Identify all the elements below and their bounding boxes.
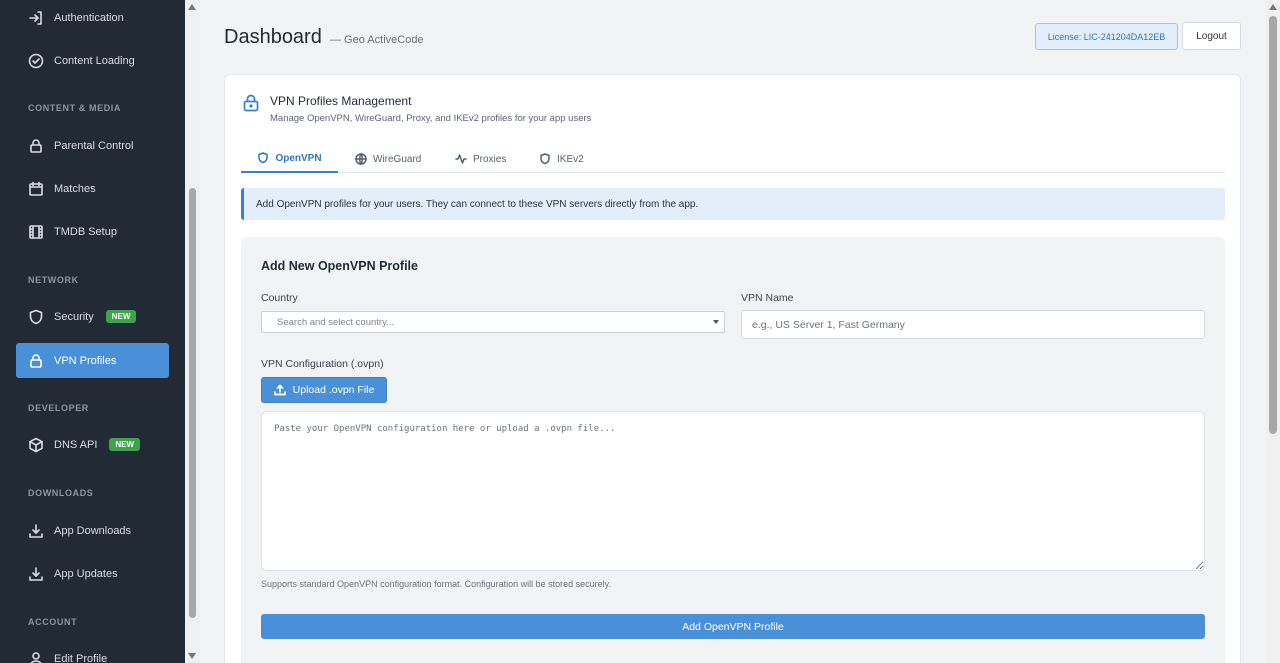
tab-label: Proxies	[473, 153, 507, 165]
sidebar-scrollbar-thumb[interactable]	[189, 188, 196, 618]
upload-button-label: Upload .ovpn File	[292, 384, 375, 396]
section-label-content-media: CONTENT & MEDIA	[28, 103, 121, 113]
download-icon	[28, 523, 44, 539]
section-label-network: NETWORK	[28, 275, 79, 285]
sidebar-item-label: Edit Profile	[54, 652, 108, 663]
sidebar-item-tmdb-setup[interactable]: TMDB Setup	[16, 214, 169, 249]
sidebar-item-matches[interactable]: Matches	[16, 171, 169, 206]
sidebar-scrollbar[interactable]	[185, 0, 200, 663]
page-subtitle: — Geo ActiveCode	[330, 34, 424, 46]
country-select-placeholder: Search and select country...	[277, 316, 395, 328]
sidebar-item-dns-api[interactable]: DNS API NEW	[16, 427, 169, 462]
page-scrollbar[interactable]	[1266, 0, 1280, 663]
check-circle-icon	[28, 53, 44, 69]
sidebar-item-label: TMDB Setup	[54, 225, 117, 238]
scroll-down-arrow-icon[interactable]	[188, 653, 196, 659]
lock-icon	[28, 353, 44, 369]
page-scrollbar-thumb[interactable]	[1269, 16, 1277, 434]
protocol-tabs: OpenVPN WireGuard Proxies IKEv2	[241, 145, 1225, 173]
config-hint: Supports standard OpenVPN configuration …	[261, 579, 612, 589]
lock-icon	[241, 93, 261, 113]
sidebar-item-label: Authentication	[54, 11, 124, 24]
sidebar-item-vpn-profiles[interactable]: VPN Profiles	[16, 343, 169, 378]
sidebar-item-label: VPN Profiles	[54, 354, 117, 367]
new-badge: NEW	[109, 438, 141, 451]
calendar-icon	[28, 181, 44, 197]
country-label: Country	[261, 292, 298, 304]
config-textarea[interactable]	[261, 411, 1205, 571]
sidebar-item-parental-control[interactable]: Parental Control	[16, 128, 169, 163]
tab-label: IKEv2	[557, 153, 584, 165]
card-title: VPN Profiles Management	[270, 94, 412, 108]
license-badge[interactable]: License: LIC-241204DA12EB	[1035, 23, 1178, 50]
tab-openvpn[interactable]: OpenVPN	[241, 145, 338, 173]
globe-icon	[355, 153, 367, 165]
sidebar-item-security[interactable]: Security NEW	[16, 299, 169, 334]
logout-button[interactable]: Logout	[1182, 22, 1241, 50]
upload-ovpn-button[interactable]: Upload .ovpn File	[261, 377, 387, 403]
section-label-developer: DEVELOPER	[28, 403, 89, 413]
sidebar-item-label: Security	[54, 310, 94, 323]
tab-label: OpenVPN	[275, 152, 322, 164]
form-title: Add New OpenVPN Profile	[261, 259, 418, 273]
tab-label: WireGuard	[373, 153, 422, 165]
tab-ikev2[interactable]: IKEv2	[539, 145, 584, 173]
upload-icon	[273, 384, 286, 396]
sidebar-item-label: Parental Control	[54, 139, 134, 152]
sidebar-item-label: Content Loading	[54, 54, 135, 67]
section-label-downloads: DOWNLOADS	[28, 488, 94, 498]
sidebar-item-authentication[interactable]: Authentication	[16, 0, 169, 35]
user-icon	[28, 651, 44, 663]
sidebar-item-edit-profile[interactable]: Edit Profile	[16, 641, 169, 663]
cube-icon	[28, 437, 44, 453]
film-icon	[28, 224, 44, 240]
info-banner: Add OpenVPN profiles for your users. The…	[241, 188, 1225, 220]
vpn-name-label: VPN Name	[741, 292, 794, 304]
new-badge: NEW	[105, 310, 137, 323]
vpn-name-input[interactable]	[741, 310, 1205, 339]
shield-icon	[540, 153, 550, 165]
scroll-up-arrow-icon[interactable]	[188, 4, 196, 10]
page-title: Dashboard	[224, 26, 322, 48]
sidebar-item-label: Matches	[54, 182, 96, 195]
config-label: VPN Configuration (.ovpn)	[261, 358, 384, 370]
vpn-profiles-card: VPN Profiles Management Manage OpenVPN, …	[224, 74, 1241, 663]
sidebar-item-label: App Updates	[54, 567, 118, 580]
sidebar-item-app-updates[interactable]: App Updates	[16, 556, 169, 591]
download-icon	[28, 566, 44, 582]
activity-icon	[455, 154, 467, 164]
section-label-account: ACCOUNT	[28, 617, 78, 627]
tab-wireguard[interactable]: WireGuard	[355, 145, 421, 173]
sidebar-item-app-downloads[interactable]: App Downloads	[16, 513, 169, 548]
add-openvpn-profile-button[interactable]: Add OpenVPN Profile	[261, 614, 1205, 639]
sidebar: Authentication Content Loading CONTENT &…	[0, 0, 185, 663]
country-select[interactable]: Search and select country...	[261, 311, 725, 333]
shield-icon	[28, 309, 44, 325]
shield-icon	[258, 152, 269, 164]
sidebar-item-label: App Downloads	[54, 524, 132, 537]
card-description: Manage OpenVPN, WireGuard, Proxy, and IK…	[270, 113, 592, 124]
login-icon	[28, 10, 44, 26]
sidebar-item-label: DNS API	[54, 438, 98, 451]
tab-proxies[interactable]: Proxies	[455, 145, 506, 173]
sidebar-item-content-loading[interactable]: Content Loading	[16, 43, 169, 78]
scroll-up-arrow-icon[interactable]	[1269, 4, 1277, 10]
add-profile-form: Add New OpenVPN Profile Country Search a…	[241, 237, 1225, 663]
lock-icon	[28, 138, 44, 154]
chevron-down-icon	[713, 320, 719, 324]
